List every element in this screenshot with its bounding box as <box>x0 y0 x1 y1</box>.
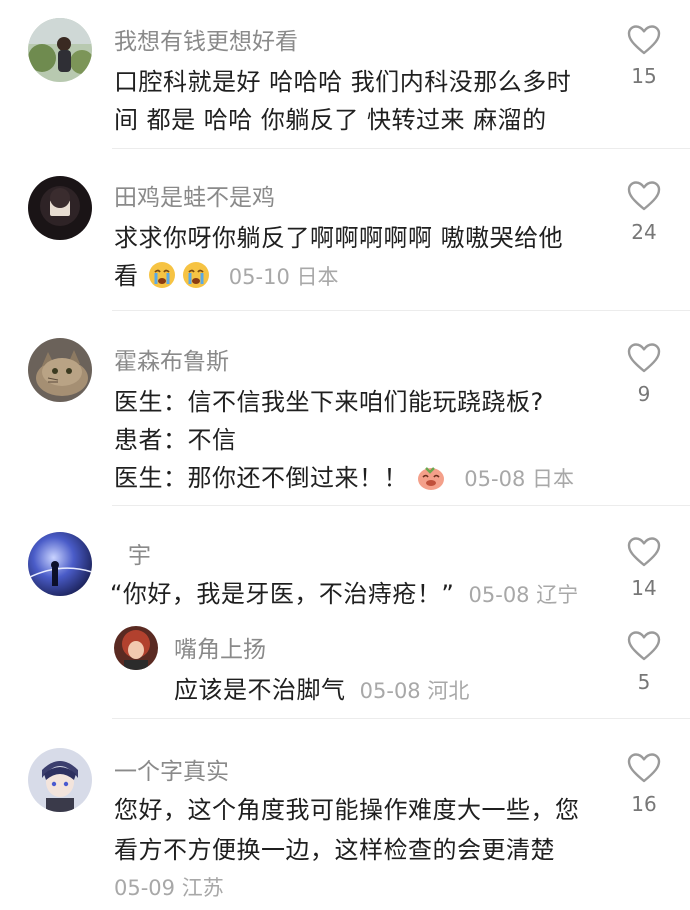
like-button[interactable]: 9 <box>624 342 664 406</box>
comment-username[interactable]: 霍森布鲁斯 <box>114 342 229 376</box>
heart-icon <box>627 631 661 661</box>
comment-text-line: 您好，这个角度我可能操作难度大一些，您 <box>114 796 580 824</box>
reply-text-fragment: 应该是不治脚气 <box>174 676 346 704</box>
comment-username[interactable]: 田鸡是蛙不是鸡 <box>114 178 275 212</box>
like-button[interactable]: 5 <box>624 630 664 694</box>
like-count: 14 <box>631 576 657 600</box>
like-count: 24 <box>631 220 657 244</box>
comment-text-line: 医生：信不信我坐下来咱们能玩跷跷板? <box>114 388 544 416</box>
like-button[interactable]: 24 <box>624 180 664 244</box>
comment-text-line: 求求你呀你躺反了啊啊啊啊啊 嗷嗷哭给他 <box>114 224 564 252</box>
avatar[interactable] <box>28 18 92 82</box>
comment-text-line: 看 05-10 日本 <box>114 256 338 291</box>
reply-text-line: 应该是不治脚气 05-08 河北 <box>174 670 469 705</box>
heart-icon <box>627 25 661 55</box>
crying-emoji-icon <box>181 260 211 290</box>
avatar[interactable] <box>28 532 92 596</box>
comment-text-line: 看方不方便换一边，这样检查的会更清楚 <box>114 836 555 864</box>
comment-text-line: 医生：那你还不倒过来！！ 05-08 日本 <box>114 458 574 493</box>
like-count: 5 <box>637 670 651 694</box>
comment-text-line: 患者：不信 <box>114 426 237 454</box>
comment-username[interactable]: 一个字真实 <box>114 752 229 786</box>
comment-meta: 05-09 江苏 <box>114 876 224 900</box>
like-count: 16 <box>631 792 657 816</box>
divider <box>112 718 690 719</box>
heart-icon <box>627 753 661 783</box>
like-button[interactable]: 16 <box>624 752 664 816</box>
divider <box>112 148 690 149</box>
divider <box>112 310 690 311</box>
comment-text-fragment: 医生：那你还不倒过来！！ <box>114 464 408 492</box>
like-count: 9 <box>637 382 651 406</box>
like-count: 15 <box>631 64 657 88</box>
avatar[interactable] <box>28 176 92 240</box>
avatar[interactable] <box>28 338 92 402</box>
divider <box>112 505 690 506</box>
comment-meta: 05-10 日本 <box>228 265 339 289</box>
reply-username[interactable]: 嘴角上扬 <box>174 630 266 664</box>
comment-username[interactable]: 我想有钱更想好看 <box>114 22 298 56</box>
comment-text-line: 口腔科就是好 哈哈哈 我们内科没那么多时 <box>114 68 572 96</box>
comment-meta-line: 05-09 江苏 <box>108 872 224 902</box>
heart-icon <box>627 181 661 211</box>
reply-meta: 05-08 河北 <box>359 679 470 703</box>
like-button[interactable]: 15 <box>624 24 664 88</box>
comment-username[interactable]: 宇 <box>128 536 151 570</box>
avatar[interactable] <box>28 748 92 812</box>
heart-icon <box>627 343 661 373</box>
comment-text-line: 间 都是 哈哈 你躺反了 快转过来 麻溜的 <box>114 106 547 134</box>
like-button[interactable]: 14 <box>624 536 664 600</box>
crying-emoji-icon <box>147 260 177 290</box>
avatar[interactable] <box>114 626 158 670</box>
comment-text-line: “你好，我是牙医，不治痔疮！” 05-08 辽宁 <box>110 574 578 609</box>
laughing-pig-emoji-icon <box>416 462 446 492</box>
comment-meta: 05-08 辽宁 <box>468 583 579 607</box>
comment-text-fragment: 看 <box>114 262 139 290</box>
comment-meta: 05-08 日本 <box>464 467 574 491</box>
comment-text-fragment: “你好，我是牙医，不治痔疮！” <box>110 580 455 608</box>
heart-icon <box>627 537 661 567</box>
